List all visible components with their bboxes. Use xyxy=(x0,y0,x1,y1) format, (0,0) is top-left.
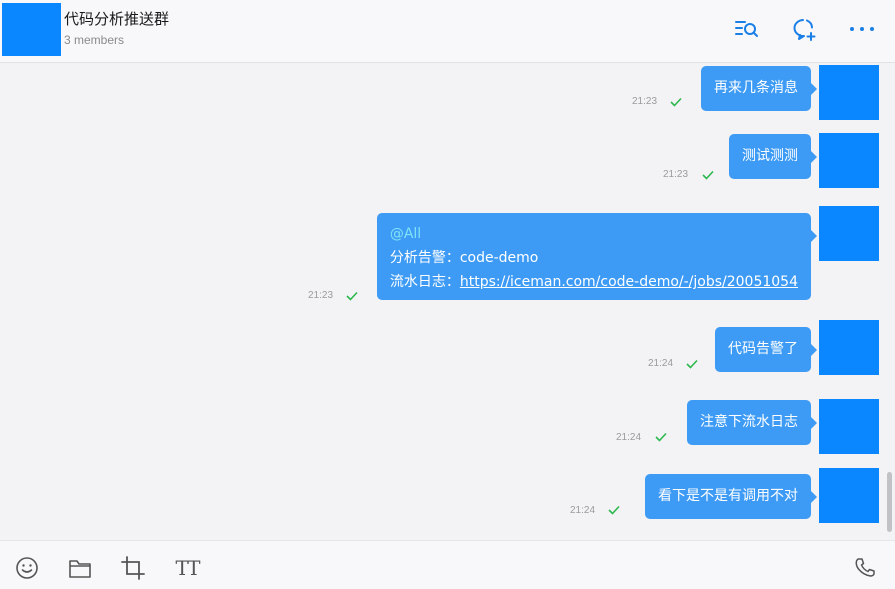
message-bubble[interactable]: 看下是不是有调用不对 xyxy=(645,474,817,519)
mention-all[interactable]: @All xyxy=(390,222,798,246)
text-format-icon: TT xyxy=(175,556,200,580)
sender-avatar[interactable] xyxy=(819,65,879,120)
sender-avatar[interactable] xyxy=(819,133,879,188)
chat-header: 代码分析推送群 3 members xyxy=(0,0,895,63)
group-avatar[interactable] xyxy=(2,3,61,56)
message-line: 分析告警：code-demo xyxy=(389,250,539,266)
more-icon xyxy=(850,27,874,31)
message-time: 21:23 xyxy=(308,290,334,301)
member-count[interactable]: 3 members xyxy=(64,33,124,47)
emoji-icon xyxy=(16,557,38,579)
message-time: 21:23 xyxy=(663,169,689,180)
sender-avatar[interactable] xyxy=(819,468,879,523)
sender-avatar[interactable] xyxy=(819,320,879,375)
search-history-button[interactable] xyxy=(732,14,762,44)
file-button[interactable] xyxy=(67,555,93,581)
chat-add-icon xyxy=(793,19,816,41)
sender-avatar[interactable] xyxy=(819,399,879,454)
message-bubble[interactable]: 测试测测 xyxy=(729,134,817,179)
search-history-icon xyxy=(735,21,758,37)
group-title[interactable]: 代码分析推送群 xyxy=(64,8,169,29)
more-button[interactable] xyxy=(847,14,877,44)
emoji-button[interactable] xyxy=(14,555,40,581)
sent-check-icon xyxy=(670,97,682,107)
sent-check-icon xyxy=(686,359,698,369)
job-link[interactable]: https://iceman.com/code-demo/-/jobs/2005… xyxy=(460,274,798,290)
phone-icon xyxy=(855,558,875,577)
scrollbar-thumb[interactable] xyxy=(887,472,892,532)
message-label: 流水日志： xyxy=(389,274,460,290)
screenshot-button[interactable] xyxy=(120,555,146,581)
message-bubble[interactable]: 再来几条消息 xyxy=(701,66,817,111)
sent-check-icon xyxy=(655,432,667,442)
message-time: 21:24 xyxy=(570,505,596,516)
message-list[interactable]: 再来几条消息 21:23 测试测测 21:23 @All 分析告警：code-d… xyxy=(0,63,895,540)
new-chat-button[interactable] xyxy=(789,14,819,44)
message-time: 21:24 xyxy=(648,358,674,369)
sent-check-icon xyxy=(608,505,620,515)
call-button[interactable] xyxy=(852,555,878,581)
sender-avatar[interactable] xyxy=(819,206,879,261)
message-line: 流水日志：https://iceman.com/code-demo/-/jobs… xyxy=(390,270,798,294)
folder-icon xyxy=(69,560,91,578)
composer-toolbar: TT xyxy=(0,540,895,589)
sent-check-icon xyxy=(346,291,358,301)
crop-icon xyxy=(121,556,145,580)
message-time: 21:23 xyxy=(632,96,658,107)
sent-check-icon xyxy=(702,170,714,180)
message-bubble[interactable]: 代码告警了 xyxy=(715,327,817,372)
message-bubble[interactable]: @All 分析告警：code-demo 流水日志：https://iceman.… xyxy=(376,213,818,300)
message-time: 21:24 xyxy=(616,432,642,443)
message-bubble[interactable]: 注意下流水日志 xyxy=(687,400,817,445)
text-format-button[interactable]: TT xyxy=(172,555,202,581)
